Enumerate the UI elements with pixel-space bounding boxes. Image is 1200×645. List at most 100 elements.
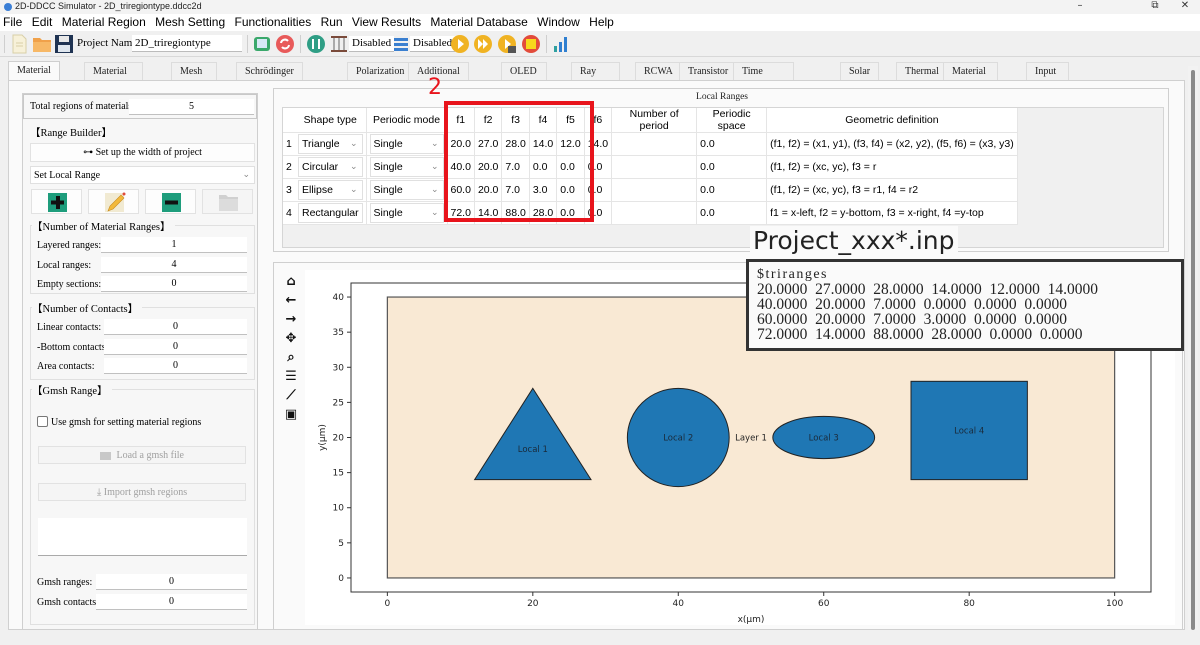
edit-range-button[interactable] xyxy=(88,189,139,214)
tab-transistor[interactable]: Transistor xyxy=(679,62,738,80)
periodic-mode-select[interactable]: Single ⌄ xyxy=(366,201,448,225)
run-icon[interactable] xyxy=(450,34,470,54)
f1-cell[interactable]: 72.0 xyxy=(447,201,475,225)
import-gmsh-button[interactable]: ⤓ Import gmsh regions xyxy=(38,483,246,501)
menu-functionalities[interactable]: Functionalities xyxy=(232,14,315,31)
tab-material-parameter[interactable]: Material Parameter xyxy=(84,62,143,95)
run-file-icon[interactable] xyxy=(497,34,517,54)
col-f1[interactable]: f1 xyxy=(447,108,475,133)
number-of-period-cell[interactable] xyxy=(611,178,698,202)
save-icon[interactable] xyxy=(54,34,74,54)
col-shape-type[interactable]: Shape type xyxy=(295,108,367,133)
refresh-icon[interactable] xyxy=(275,34,295,54)
shape-type-select[interactable]: Ellipse ⌄ xyxy=(295,178,367,202)
close-button[interactable]: ✕ xyxy=(1170,0,1200,11)
shape-type-select[interactable]: Circular ⌄ xyxy=(295,155,367,179)
home-icon[interactable]: ⌂ xyxy=(282,272,300,291)
col-f2[interactable]: f2 xyxy=(474,108,503,133)
col-periodic-mode[interactable]: Periodic mode xyxy=(366,108,448,133)
mesh-icon[interactable] xyxy=(252,34,272,54)
f5-cell[interactable]: 12.0 xyxy=(556,132,585,156)
back-icon[interactable]: ← xyxy=(282,291,300,310)
load-gmsh-button[interactable]: Load a gmsh file xyxy=(38,446,246,464)
gmsh-text-area[interactable] xyxy=(38,518,247,556)
pan-icon[interactable]: ✥ xyxy=(282,329,300,348)
menu-window[interactable]: Window xyxy=(534,14,583,31)
maximize-button[interactable]: ⧉ xyxy=(1140,0,1170,11)
number-of-period-cell[interactable] xyxy=(611,201,698,225)
results-chart-icon[interactable] xyxy=(552,34,570,54)
periodic-space-cell[interactable]: 0.0 xyxy=(696,178,768,202)
col-f4[interactable]: f4 xyxy=(529,108,558,133)
col-f5[interactable]: f5 xyxy=(556,108,585,133)
load-range-button[interactable] xyxy=(202,189,253,214)
menu-edit[interactable]: Edit xyxy=(29,14,56,31)
col-f3[interactable]: f3 xyxy=(501,108,530,133)
menu-view-results[interactable]: View Results xyxy=(349,14,424,31)
tab-polarization[interactable]: Polarization xyxy=(347,62,414,80)
menu-material-database[interactable]: Material Database xyxy=(427,14,530,31)
tab-oled-setting[interactable]: OLED Setting xyxy=(501,62,548,95)
menu-material-region[interactable]: Material Region xyxy=(59,14,149,31)
f6-cell[interactable]: 0.0 xyxy=(584,155,613,179)
f5-cell[interactable]: 0.0 xyxy=(556,178,585,202)
parallel-icon[interactable] xyxy=(306,34,326,54)
f4-cell[interactable]: 3.0 xyxy=(529,178,558,202)
f1-cell[interactable]: 20.0 xyxy=(447,132,475,156)
f6-cell[interactable]: 0.0 xyxy=(584,201,613,225)
remove-range-button[interactable] xyxy=(145,189,196,214)
tab-rcwa[interactable]: RCWA xyxy=(635,62,682,80)
periodic-mode-select[interactable]: Single ⌄ xyxy=(366,155,448,179)
stop-icon[interactable] xyxy=(521,34,541,54)
col-periodic-space[interactable]: Periodic space xyxy=(696,108,768,133)
tab-input-editor[interactable]: Input Editor xyxy=(1026,62,1069,95)
vertical-scrollbar[interactable] xyxy=(1188,66,1198,630)
list-icon[interactable] xyxy=(393,34,409,54)
scrollbar-thumb[interactable] xyxy=(1191,70,1195,630)
new-file-icon[interactable] xyxy=(10,34,28,54)
f3-cell[interactable]: 7.0 xyxy=(501,178,530,202)
tab-material-region[interactable]: Material Region xyxy=(8,61,60,94)
col-f6[interactable]: f6 xyxy=(584,108,613,133)
tab-thermal[interactable]: Thermal xyxy=(896,62,948,80)
periodic-mode-select[interactable]: Single ⌄ xyxy=(366,178,448,202)
layers-icon[interactable] xyxy=(330,34,348,54)
tab-ray-tracing[interactable]: Ray Tracing xyxy=(571,62,620,95)
f2-cell[interactable]: 20.0 xyxy=(474,178,503,202)
tab-schrodinger-eigen-solver[interactable]: Schrödinger Eigen Solver xyxy=(236,62,303,113)
f2-cell[interactable]: 14.0 xyxy=(474,201,503,225)
f3-cell[interactable]: 28.0 xyxy=(501,132,530,156)
f5-cell[interactable]: 0.0 xyxy=(556,155,585,179)
minimize-button[interactable]: – xyxy=(1065,0,1095,11)
run-all-icon[interactable] xyxy=(473,34,493,54)
col-number-of-period[interactable]: Number of period xyxy=(611,108,698,133)
f4-cell[interactable]: 0.0 xyxy=(529,155,558,179)
setup-width-button[interactable]: ⊶ Set up the width of project xyxy=(30,143,255,162)
periodic-space-cell[interactable]: 0.0 xyxy=(696,132,768,156)
shape-type-select[interactable]: Rectangular ⌄ xyxy=(295,201,367,225)
f5-cell[interactable]: 0.0 xyxy=(556,201,585,225)
save-figure-icon[interactable]: ▣ xyxy=(282,405,300,424)
tab-solar-cell[interactable]: Solar Cell xyxy=(840,62,880,95)
f4-cell[interactable]: 14.0 xyxy=(529,132,558,156)
tab-time-dependent-module[interactable]: Time Dependent Module xyxy=(733,62,795,113)
f4-cell[interactable]: 28.0 xyxy=(529,201,558,225)
f6-cell[interactable]: 14.0 xyxy=(584,132,613,156)
menu-file[interactable]: File xyxy=(0,14,25,31)
tab-mesh-setting[interactable]: Mesh Setting xyxy=(171,62,218,95)
add-range-button[interactable] xyxy=(31,189,82,214)
edit-axis-icon[interactable]: ⟋ xyxy=(282,386,300,405)
open-folder-icon[interactable] xyxy=(32,34,52,54)
number-of-period-cell[interactable] xyxy=(611,155,698,179)
number-of-period-cell[interactable] xyxy=(611,132,698,156)
tab-material-database[interactable]: Material Database xyxy=(943,62,998,95)
f2-cell[interactable]: 20.0 xyxy=(474,155,503,179)
f3-cell[interactable]: 7.0 xyxy=(501,155,530,179)
menu-help[interactable]: Help xyxy=(586,14,617,31)
project-name-input[interactable] xyxy=(132,35,242,52)
periodic-space-cell[interactable]: 0.0 xyxy=(696,201,768,225)
forward-icon[interactable]: → xyxy=(282,310,300,329)
use-gmsh-checkbox[interactable] xyxy=(37,416,48,427)
f6-cell[interactable]: 0.0 xyxy=(584,178,613,202)
col-geometric-definition[interactable]: Geometric definition xyxy=(766,108,1018,133)
